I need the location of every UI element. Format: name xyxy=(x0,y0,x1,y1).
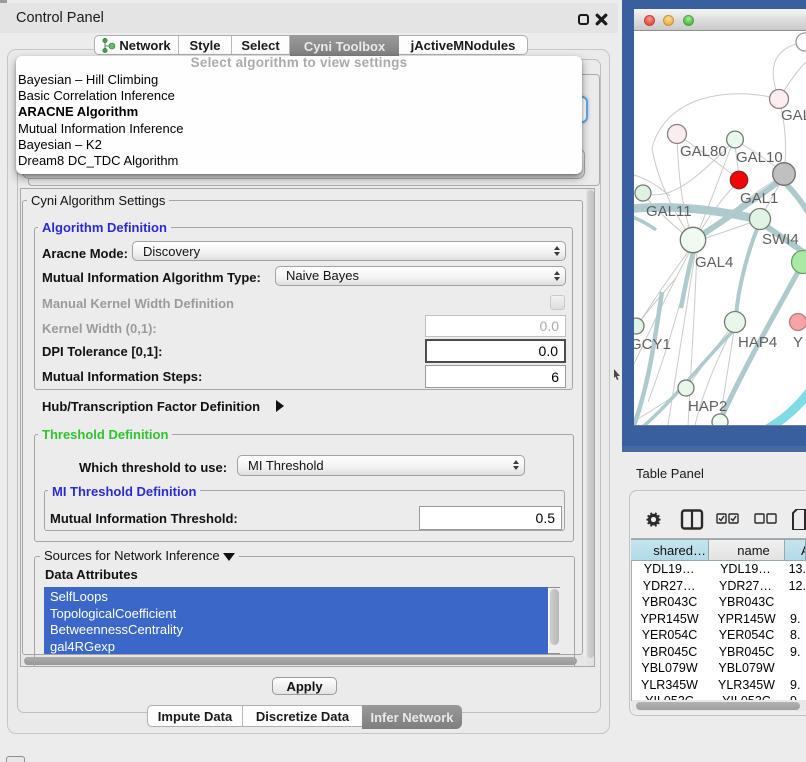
svg-text:GAL1: GAL1 xyxy=(740,190,778,207)
svg-text:GAL80: GAL80 xyxy=(680,143,727,160)
svg-text:GCY1: GCY1 xyxy=(634,336,671,353)
svg-text:HAP2: HAP2 xyxy=(688,398,727,415)
svg-text:GAL11: GAL11 xyxy=(646,203,692,220)
svg-text:Y: Y xyxy=(793,334,803,351)
svg-text:GAL10: GAL10 xyxy=(736,149,783,166)
svg-text:SWI4: SWI4 xyxy=(762,231,799,248)
svg-text:GAL4: GAL4 xyxy=(695,254,733,271)
svg-text:HAP4: HAP4 xyxy=(738,334,777,351)
svg-text:GAL: GAL xyxy=(781,107,806,124)
